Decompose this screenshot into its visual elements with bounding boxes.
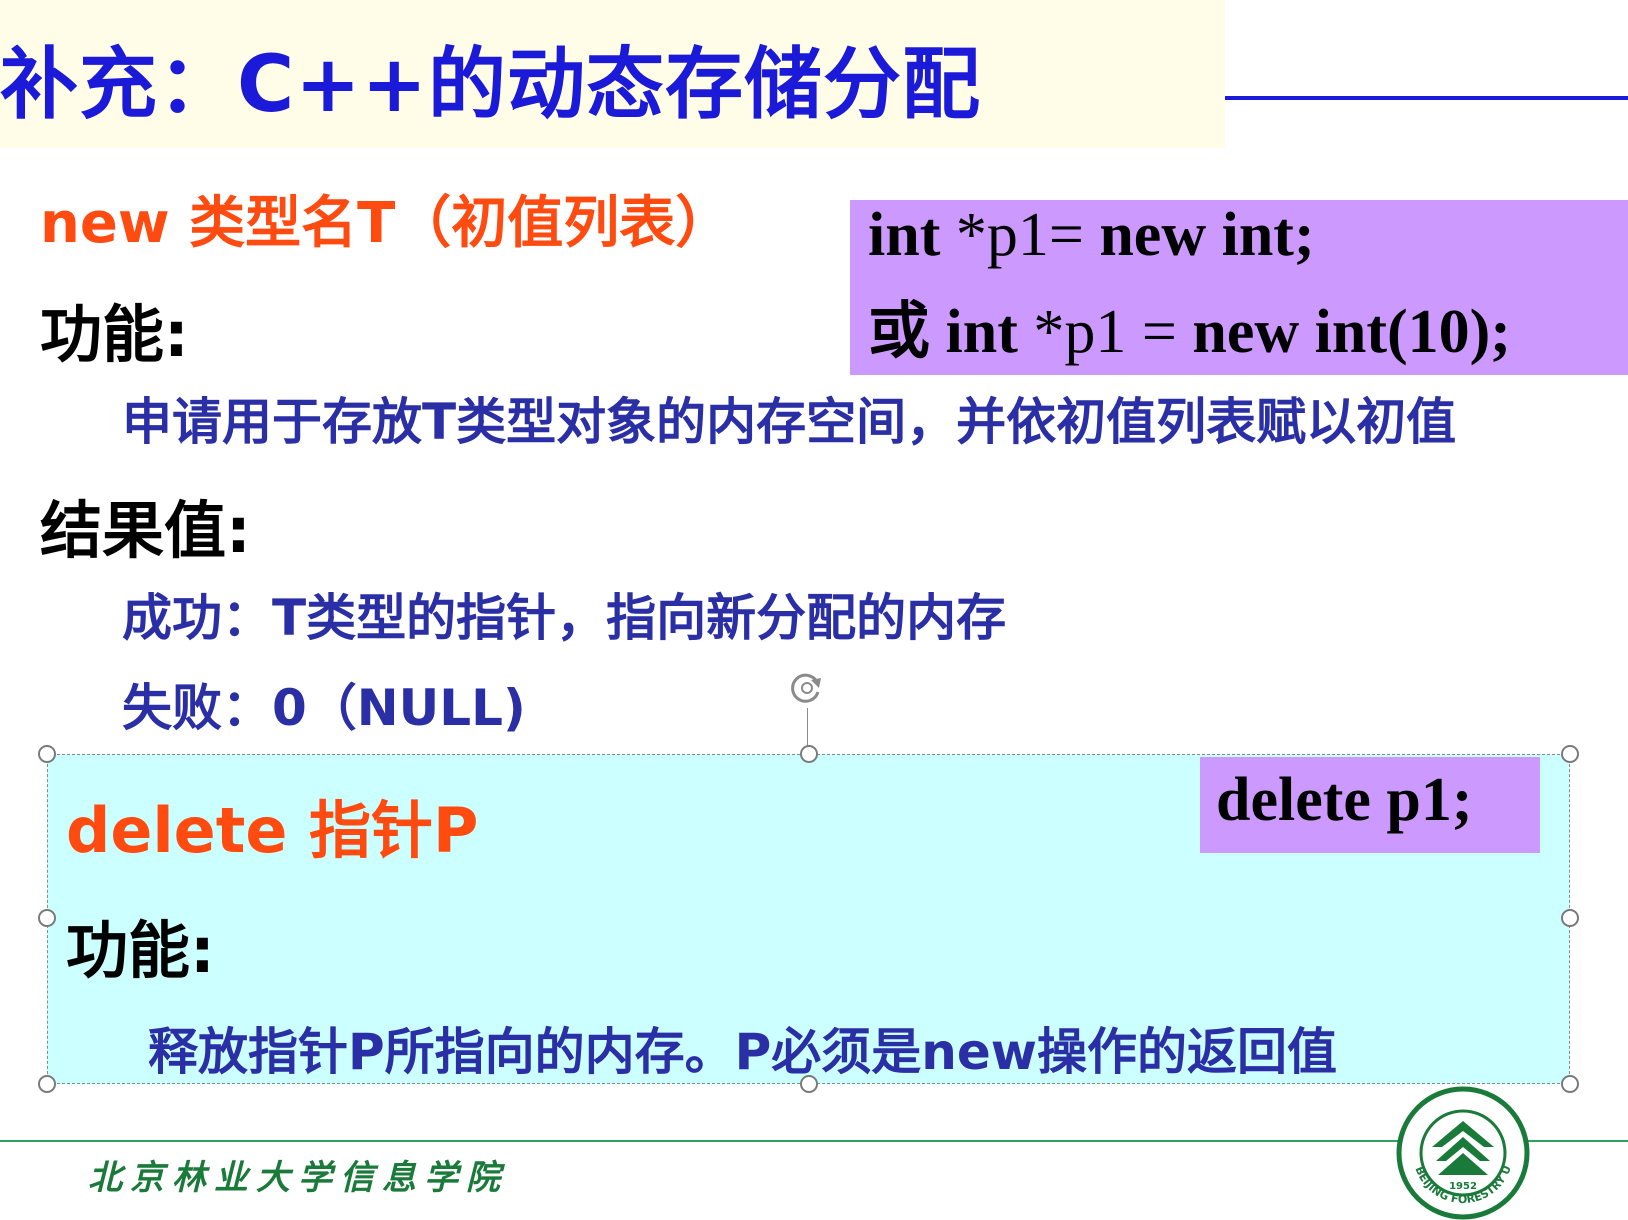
slide-title: 补充：C++的动态存储分配 bbox=[0, 40, 981, 130]
rotate-handle-icon[interactable] bbox=[787, 668, 827, 708]
code-or-label: 或 bbox=[868, 298, 931, 366]
new-function-label[interactable]: 功能: bbox=[40, 284, 189, 374]
resize-handle-se[interactable] bbox=[1561, 1075, 1579, 1093]
result-label[interactable]: 结果值: bbox=[40, 480, 251, 570]
delete-syntax[interactable]: delete 指针P bbox=[66, 780, 478, 870]
resize-handle-e[interactable] bbox=[1561, 909, 1579, 927]
delete-function-label[interactable]: 功能: bbox=[66, 900, 215, 990]
result-success[interactable]: 成功：T类型的指针，指向新分配的内存 bbox=[122, 578, 1006, 650]
resize-handle-ne[interactable] bbox=[1561, 745, 1579, 763]
result-failure[interactable]: 失败：0（NULL) bbox=[122, 668, 526, 740]
resize-handle-n[interactable] bbox=[800, 745, 818, 763]
delete-function-desc[interactable]: 释放指针P所指向的内存。P必须是new操作的返回值 bbox=[148, 1012, 1337, 1084]
code-line-1[interactable]: int *p1= new int; bbox=[868, 200, 1315, 271]
resize-handle-w[interactable] bbox=[38, 909, 56, 927]
footer-divider bbox=[0, 1140, 1628, 1142]
new-syntax[interactable]: new 类型名T（初值列表） bbox=[40, 178, 731, 259]
resize-handle-nw[interactable] bbox=[38, 745, 56, 763]
footer-institution: 北京林业大学信息学院 bbox=[88, 1158, 508, 1198]
svg-text:1952: 1952 bbox=[1449, 1181, 1477, 1192]
new-function-desc[interactable]: 申请用于存放T类型对象的内存空间，并依初值列表赋以初值 bbox=[122, 382, 1456, 454]
delete-code[interactable]: delete p1; bbox=[1216, 765, 1473, 836]
university-logo-icon: BEIJING FORESTRY UNIVERSITY 1952 bbox=[1392, 1085, 1530, 1220]
title-underline bbox=[1225, 96, 1628, 100]
code-line-2[interactable]: 或 int *p1 = new int(10); bbox=[868, 280, 1511, 370]
resize-handle-sw[interactable] bbox=[38, 1075, 56, 1093]
